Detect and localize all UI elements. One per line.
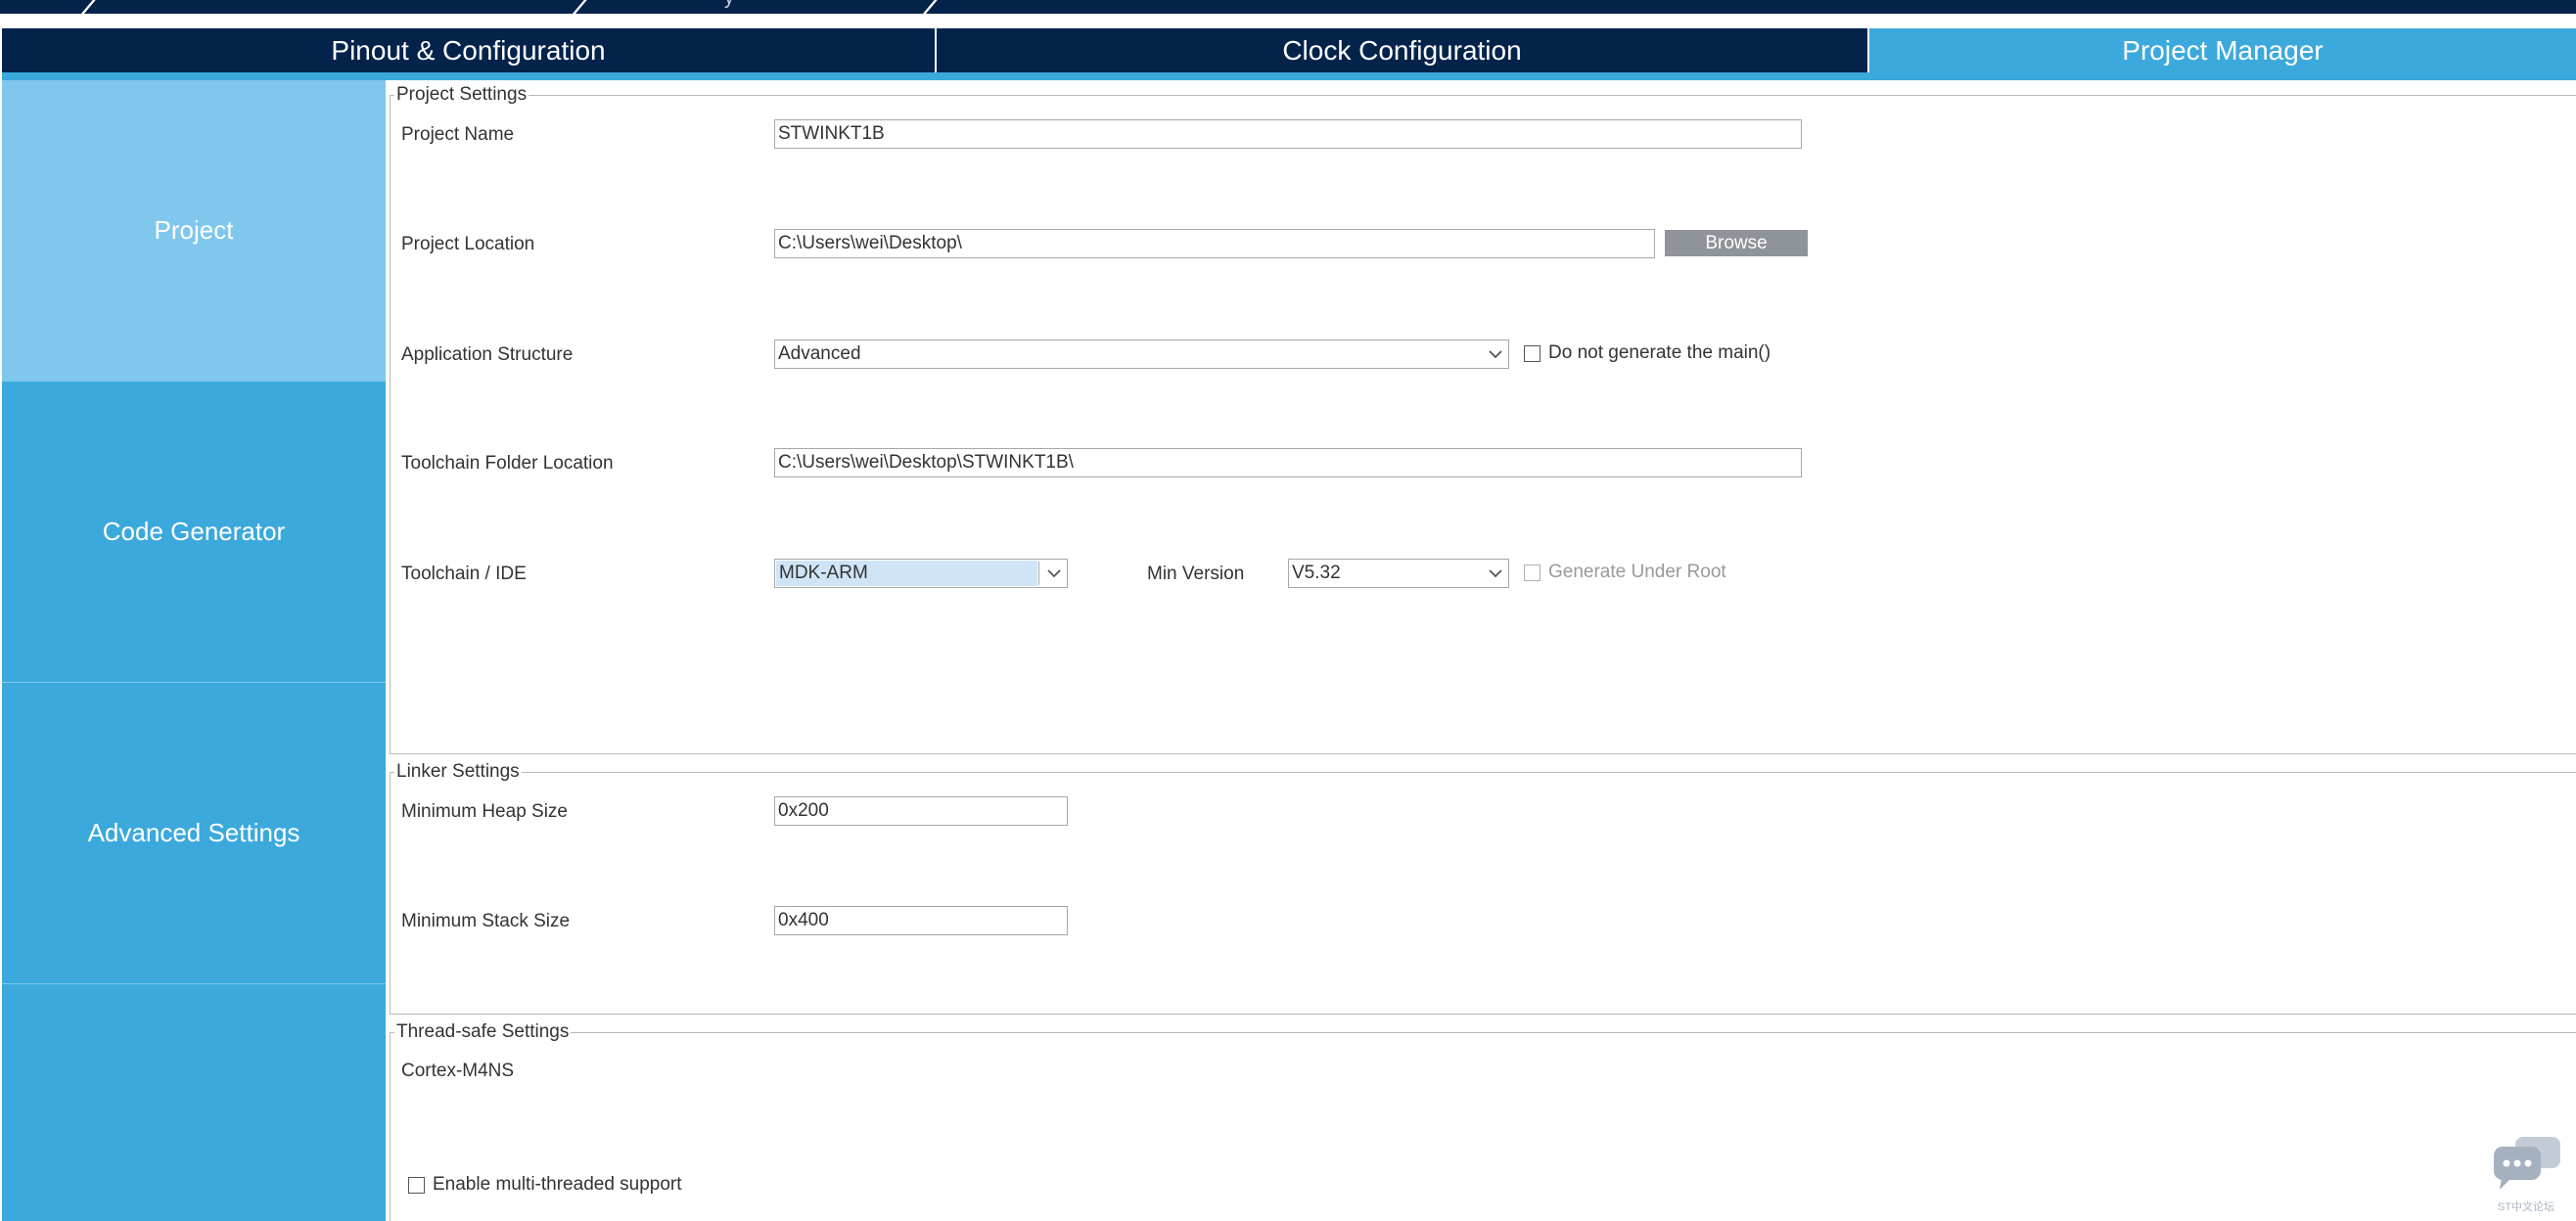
watermark-text: ST中文论坛 [2498,1201,2555,1213]
stm32cubemx-window: y Pinout & Configuration Clock Configura… [0,0,2576,1221]
select-divider [1038,562,1039,585]
sidebar-item-project[interactable]: Project [2,80,386,382]
sidebar-empty-area [2,984,386,1221]
tab-label: Clock Configuration [1282,34,1522,66]
forum-chat-icon [2494,1137,2560,1190]
tab-label: Project Manager [2122,34,2323,66]
sidebar-item-label: Code Generator [102,517,286,546]
sidebar-item-code-generator[interactable]: Code Generator [2,382,386,683]
application-structure-select[interactable]: Advanced [774,339,1509,369]
select-value: MDK-ARM [779,563,868,583]
tab-underline [2,72,2576,80]
checkbox-box [1524,564,1541,581]
application-structure-label: Application Structure [401,344,574,365]
generate-under-root-checkbox[interactable]: Generate Under Root [1524,562,1726,583]
browse-button[interactable]: Browse [1665,230,1808,256]
checkbox-label: Enable multi-threaded support [433,1174,682,1195]
min-heap-size-input[interactable]: 0x200 [774,796,1068,826]
sidebar-item-advanced-settings[interactable]: Advanced Settings [2,683,386,984]
breadcrumb-strip: y [0,0,2576,14]
checkbox-label: Do not generate the main() [1548,342,1771,363]
chevron-down-icon [1047,569,1061,578]
toolchain-ide-label: Toolchain / IDE [401,564,527,584]
tab-pinout-configuration[interactable]: Pinout & Configuration [2,28,937,72]
toolchain-folder-input[interactable]: C:\Users\wei\Desktop\STWINKT1B\ [774,448,1802,477]
breadcrumb-separator [569,0,589,14]
tab-clock-configuration[interactable]: Clock Configuration [937,28,1869,72]
breadcrumb-separator [77,0,98,14]
main-tabs: Pinout & Configuration Clock Configurati… [2,28,2576,72]
chevron-down-icon [1489,569,1502,578]
select-value: Advanced [778,343,861,364]
min-version-select[interactable]: V5.32 [1288,559,1509,588]
min-stack-size-label: Minimum Stack Size [401,911,571,931]
checkbox-box [408,1176,425,1194]
tab-label: Pinout & Configuration [331,34,606,66]
checkbox-box [1524,344,1541,362]
group-legend: Thread-safe Settings [394,1021,572,1042]
sidebar-item-label: Project [154,215,234,245]
breadcrumb-text: y [724,0,734,10]
min-heap-size-label: Minimum Heap Size [401,801,568,822]
project-settings-group: Project Settings [390,85,2576,754]
group-legend: Linker Settings [394,761,522,782]
checkbox-label: Generate Under Root [1548,562,1726,582]
enable-multithreaded-checkbox[interactable]: Enable multi-threaded support [408,1174,682,1196]
project-manager-content: Project Settings Project Name STWINKT1B … [386,80,2576,1221]
chevron-down-icon [1489,350,1502,359]
core-label: Cortex-M4NS [401,1061,515,1081]
sidebar-item-label: Advanced Settings [87,818,300,847]
toolchain-ide-select[interactable]: MDK-ARM [774,559,1068,588]
linker-settings-group: Linker Settings [390,762,2576,1015]
project-name-label: Project Name [401,124,515,145]
group-legend: Project Settings [394,84,529,105]
breadcrumb-separator [919,0,940,14]
min-stack-size-input[interactable]: 0x400 [774,906,1068,935]
min-version-label: Min Version [1147,564,1245,584]
sidebar: Project Code Generator Advanced Settings [2,80,386,1221]
project-location-input[interactable]: C:\Users\wei\Desktop\ [774,229,1655,258]
select-value: V5.32 [1292,563,1341,583]
do-not-generate-main-checkbox[interactable]: Do not generate the main() [1524,342,1771,364]
thread-safe-settings-group: Thread-safe Settings [390,1022,2576,1221]
toolchain-folder-label: Toolchain Folder Location [401,453,614,474]
project-location-label: Project Location [401,234,535,254]
tab-project-manager[interactable]: Project Manager [1869,28,2576,72]
project-name-input[interactable]: STWINKT1B [774,119,1802,149]
